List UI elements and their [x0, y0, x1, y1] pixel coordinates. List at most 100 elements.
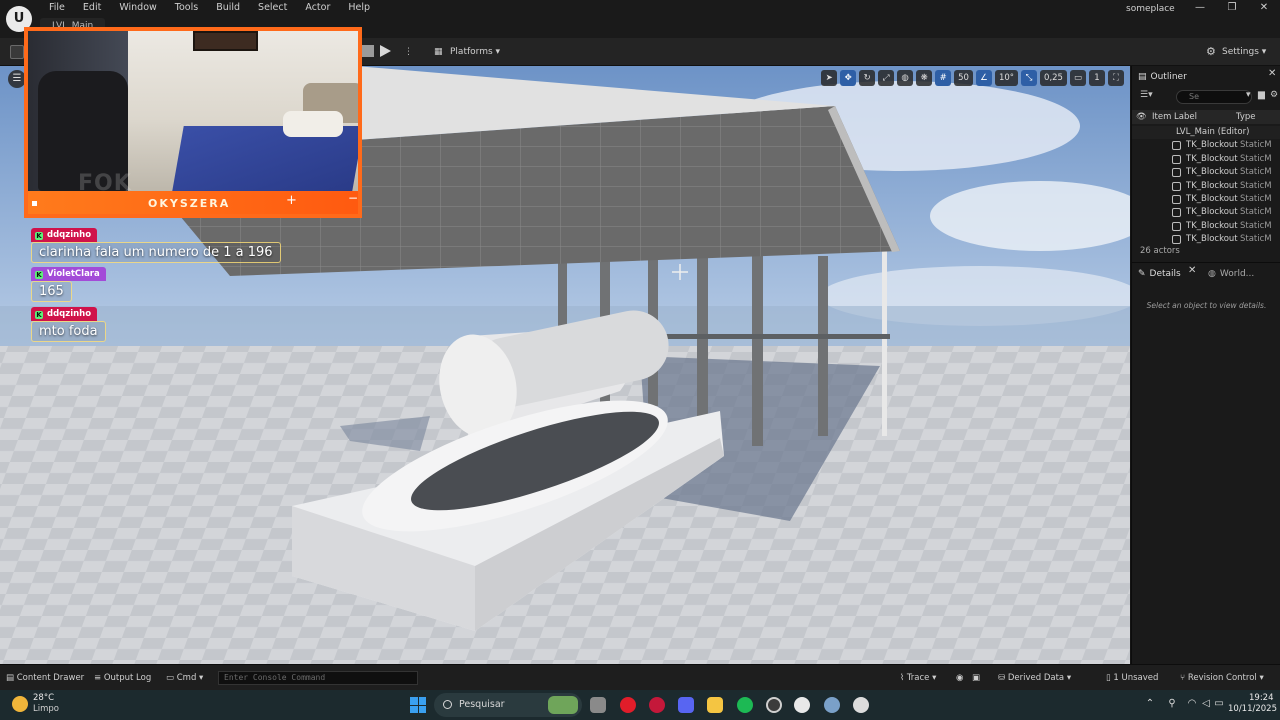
camera-speed-value[interactable]: 1 — [1089, 70, 1105, 86]
location-icon[interactable]: ⚲ — [1166, 698, 1178, 710]
list-item[interactable]: TK_Blockout StaticM — [1132, 139, 1280, 152]
camera-speed-icon[interactable]: ▭ — [1069, 70, 1086, 86]
close-icon[interactable]: ✕ — [1268, 68, 1276, 79]
taskbar-search[interactable]: Pesquisar — [434, 693, 582, 717]
world-space-icon[interactable]: ◍ — [897, 70, 914, 86]
outliner-icon: ▤ — [1138, 72, 1147, 82]
play-icon[interactable] — [380, 45, 391, 57]
output-log-button[interactable]: ≡ Output Log — [94, 671, 151, 685]
rotation-snap-icon[interactable]: ∠ — [975, 70, 992, 86]
platforms-button[interactable]: ▦ Platforms ▾ — [432, 43, 500, 61]
unsaved-button[interactable]: ▯ 1 Unsaved — [1106, 671, 1158, 685]
wifi-icon[interactable]: ◠ — [1186, 698, 1198, 710]
settings-app-icon[interactable] — [824, 697, 840, 713]
opera-icon[interactable] — [620, 697, 636, 713]
gear-icon[interactable]: ⚙ — [1270, 90, 1278, 100]
static-mesh-icon — [1172, 154, 1181, 164]
surface-snap-icon[interactable]: ❋ — [916, 70, 933, 86]
webcam-marker-icon — [32, 201, 37, 206]
weather-temperature[interactable]: 28°C — [33, 693, 54, 703]
rotation-snap-value[interactable]: 10° — [994, 70, 1019, 86]
stop-icon[interactable] — [362, 45, 374, 57]
grid-snap-value[interactable]: 50 — [954, 70, 973, 86]
menu-help[interactable]: Help — [339, 1, 379, 15]
file-explorer-icon[interactable] — [707, 697, 723, 713]
log-icon: ≡ — [94, 673, 104, 683]
menu-window[interactable]: Window — [110, 1, 165, 15]
maximize-button[interactable]: ❐ — [1216, 0, 1248, 16]
cmd-button[interactable]: ▭ Cmd ▾ — [166, 671, 203, 685]
derived-data-button[interactable]: ⛁ Derived Data ▾ — [998, 671, 1071, 685]
tray-overflow-icon[interactable]: ⌃ — [1144, 698, 1156, 710]
outliner-tab[interactable]: ▤ Outliner — [1138, 68, 1187, 86]
menu-edit[interactable]: Edit — [74, 1, 110, 15]
weather-moon-icon[interactable] — [12, 696, 28, 712]
obs-icon[interactable] — [853, 697, 869, 713]
save-icon[interactable] — [10, 45, 24, 59]
list-item[interactable]: TK_Blockout StaticM — [1132, 220, 1280, 233]
clock-time[interactable]: 19:24 — [1249, 693, 1274, 703]
spotify-icon[interactable] — [737, 697, 753, 713]
kick-badge-icon: K — [35, 311, 43, 319]
maximize-viewport-icon[interactable]: ⛶ — [1108, 70, 1124, 86]
trace-button[interactable]: ⌇ Trace ▾ — [900, 671, 936, 685]
menu-tools[interactable]: Tools — [166, 1, 207, 15]
chat-username: Kddqzinho — [31, 228, 98, 242]
opera-gx-icon[interactable] — [649, 697, 665, 713]
menu-select[interactable]: Select — [249, 1, 296, 15]
translate-icon[interactable]: ✥ — [840, 70, 857, 86]
github-icon[interactable] — [766, 697, 782, 713]
menu-file[interactable]: File — [40, 1, 74, 15]
folder-icon[interactable]: ▆ — [1258, 90, 1265, 100]
windows-start-icon[interactable] — [410, 697, 426, 713]
settings-button[interactable]: ⚙ Settings ▾ — [1206, 43, 1266, 61]
list-item[interactable]: TK_Blockout StaticM — [1132, 233, 1280, 246]
screenshot-icon[interactable]: ▣ — [972, 671, 980, 685]
revision-control-button[interactable]: ⑂ Revision Control ▾ — [1180, 671, 1264, 685]
close-icon[interactable]: ✕ — [1188, 265, 1196, 276]
close-window-button[interactable]: ✕ — [1248, 0, 1280, 16]
rotate-icon[interactable]: ↻ — [859, 70, 876, 86]
weather-description[interactable]: Limpo — [33, 704, 59, 714]
item-label-column[interactable]: Item Label — [1152, 110, 1197, 124]
select-mode-icon[interactable]: ➤ — [821, 70, 838, 86]
menu-build[interactable]: Build — [207, 1, 249, 15]
scale-snap-icon[interactable]: ⤡ — [1021, 70, 1038, 86]
details-tab[interactable]: ✎ Details — [1138, 265, 1181, 283]
list-item[interactable]: TK_Blockout StaticM — [1132, 166, 1280, 179]
level-row[interactable]: LVL_Main (Editor) — [1132, 126, 1280, 140]
outliner-panel: ▤ Outliner ✕ ☰▾ Se ▾ ▆ ⚙ 👁 Item Label Typ… — [1131, 66, 1280, 262]
clock-date[interactable]: 10/11/2025 — [1228, 704, 1277, 714]
drawer-icon: ▤ — [6, 673, 17, 683]
minimize-button[interactable]: — — [1184, 0, 1216, 16]
world-settings-tab[interactable]: ◍ World... — [1208, 265, 1254, 283]
list-item[interactable]: TK_Blockout StaticM — [1132, 206, 1280, 219]
list-item[interactable]: TK_Blockout StaticM — [1132, 193, 1280, 206]
unreal-engine-icon[interactable] — [794, 697, 810, 713]
console-command-input[interactable]: Enter Console Command — [218, 671, 418, 685]
status-bar: ▤ Content Drawer ≡ Output Log ▭ Cmd ▾ En… — [0, 664, 1280, 690]
content-drawer-button[interactable]: ▤ Content Drawer — [6, 671, 84, 685]
type-column[interactable]: Type — [1236, 110, 1256, 124]
play-options-icon[interactable]: ⋮ — [404, 43, 413, 61]
minus-icon: − — [348, 191, 359, 205]
battery-icon[interactable]: ▭ — [1213, 698, 1225, 710]
list-item[interactable]: TK_Blockout StaticM — [1132, 153, 1280, 166]
main-menu: File Edit Window Tools Build Select Acto… — [40, 1, 379, 15]
record-icon[interactable]: ◉ — [956, 671, 963, 685]
grid-snap-icon[interactable]: # — [935, 70, 952, 86]
webcam-watermark: FOK — [78, 171, 132, 196]
task-view-icon[interactable] — [590, 697, 606, 713]
discord-icon[interactable] — [678, 697, 694, 713]
chevron-down-icon[interactable]: ▾ — [1246, 90, 1251, 100]
scale-snap-value[interactable]: 0,25 — [1040, 70, 1067, 86]
pencil-icon: ✎ — [1138, 269, 1146, 279]
scale-icon[interactable]: ⤢ — [878, 70, 895, 86]
filter-icon[interactable]: ☰▾ — [1140, 90, 1153, 100]
list-item[interactable]: TK_Blockout StaticM — [1132, 180, 1280, 193]
volume-icon[interactable]: ◁ — [1200, 698, 1212, 710]
visibility-icon[interactable]: 👁 — [1136, 110, 1147, 124]
menu-actor[interactable]: Actor — [296, 1, 339, 15]
outliner-search-input[interactable]: Se — [1176, 90, 1252, 104]
chevron-down-icon: ▾ — [196, 673, 204, 683]
